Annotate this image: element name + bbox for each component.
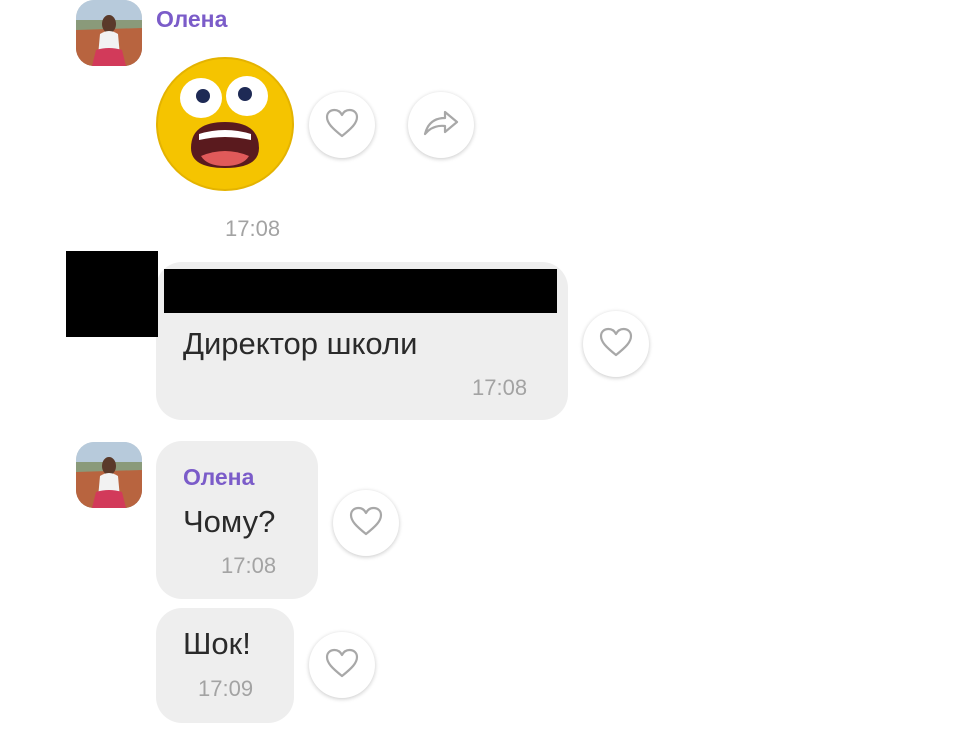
heart-outline-icon xyxy=(324,107,360,144)
message-text: Чому? xyxy=(183,504,276,539)
forward-arrow-icon xyxy=(422,108,460,143)
message-text: Шок! xyxy=(183,626,251,661)
like-button[interactable] xyxy=(309,92,375,158)
like-button[interactable] xyxy=(309,632,375,698)
avatar[interactable] xyxy=(76,442,142,508)
forward-button[interactable] xyxy=(408,92,474,158)
timestamp: 17:09 xyxy=(198,676,254,701)
redacted-area xyxy=(66,251,158,337)
heart-outline-icon xyxy=(348,505,384,542)
timestamp: 17:08 xyxy=(472,375,528,400)
timestamp: 17:08 xyxy=(225,216,281,241)
heart-outline-icon xyxy=(324,647,360,684)
avatar[interactable] xyxy=(76,0,142,66)
sender-name[interactable]: Олена xyxy=(156,6,227,33)
like-button[interactable] xyxy=(583,311,649,377)
redacted-reply-preview xyxy=(164,269,557,313)
message-text: Директор школи xyxy=(183,326,418,361)
heart-outline-icon xyxy=(598,326,634,363)
like-button[interactable] xyxy=(333,490,399,556)
sender-name[interactable]: Олена xyxy=(183,464,254,491)
shocked-emoji-sticker[interactable] xyxy=(155,56,295,192)
timestamp: 17:08 xyxy=(221,553,277,578)
